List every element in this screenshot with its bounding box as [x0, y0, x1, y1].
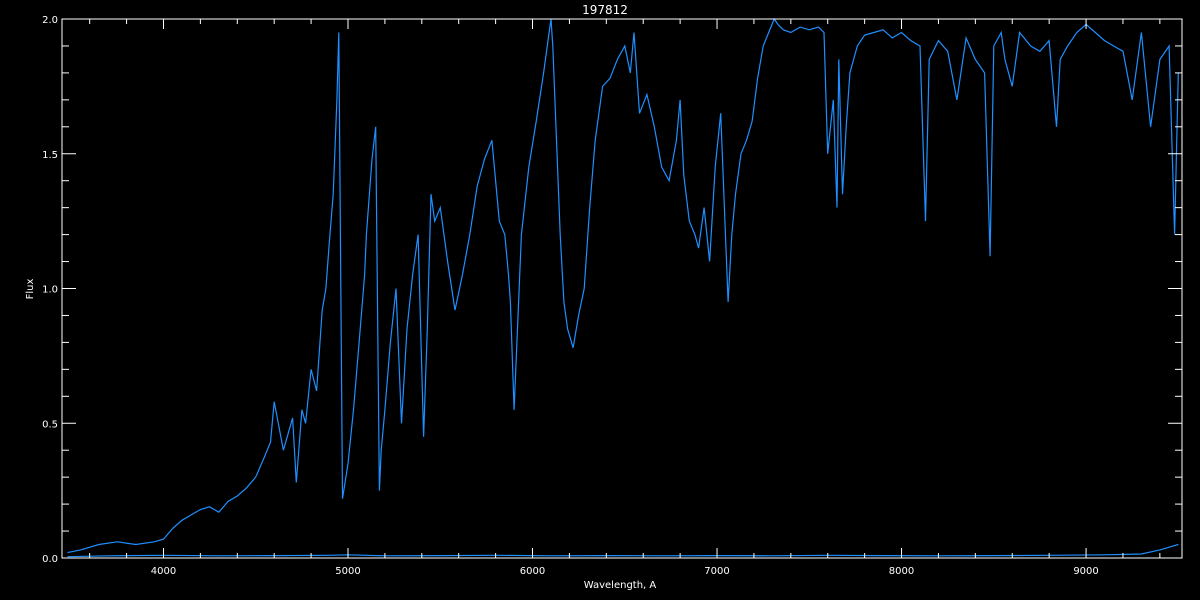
x-tick-label: 8000 — [889, 566, 914, 577]
x-tick-label: 4000 — [151, 566, 176, 577]
chart-title: 197812 — [582, 3, 628, 17]
x-tick-label: 9000 — [1073, 566, 1098, 577]
y-tick-label: 1.0 — [42, 285, 58, 296]
y-axis-label: Flux — [25, 279, 36, 300]
y-tick-label: 0.5 — [42, 419, 58, 430]
chart-background — [0, 0, 1200, 600]
y-tick-label: 1.5 — [42, 150, 58, 161]
x-tick-label: 6000 — [520, 566, 545, 577]
y-tick-label: 2.0 — [42, 15, 58, 26]
y-tick-label: 0.0 — [42, 554, 58, 565]
x-tick-label: 5000 — [335, 566, 360, 577]
x-tick-label: 7000 — [704, 566, 729, 577]
spectrum-chart: 197812 Wavelength, A Flux 4000 5000 6000 70… — [0, 0, 1200, 600]
x-axis-label: Wavelength, A — [584, 580, 657, 591]
